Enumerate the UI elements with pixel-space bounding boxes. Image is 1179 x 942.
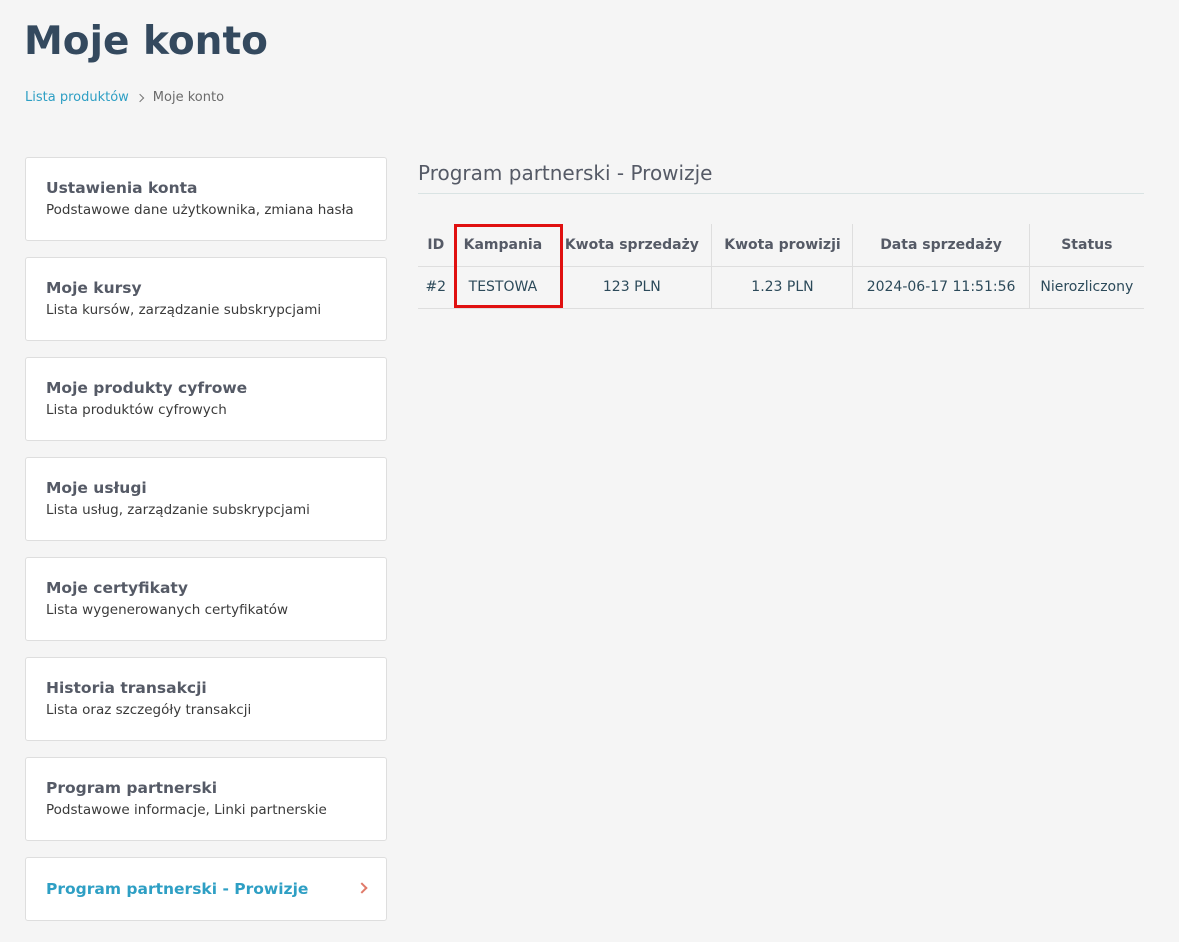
sidebar-item-title: Moje kursy: [46, 279, 142, 297]
column-header-id: ID: [427, 236, 445, 253]
breadcrumb-link-products[interactable]: Lista produktów: [25, 89, 129, 107]
cell-commission-amount: 1.23 PLN: [711, 265, 854, 309]
sidebar-item-title: Program partnerski: [46, 779, 218, 797]
sidebar-item-affiliate-commissions[interactable]: Program partnerski - Prowizje: [25, 857, 387, 921]
sidebar-item-description: Lista oraz szczegóły transakcji: [46, 702, 252, 718]
cell-sale-date: 2024-06-17 11:51:56: [852, 265, 1030, 309]
table-row: #2 TESTOWA 123 PLN 1.23 PLN 2024-06-17 1…: [418, 265, 1144, 309]
sidebar-item-title: Moje produkty cyfrowe: [46, 379, 248, 397]
cell-status: Nierozliczony: [1029, 265, 1144, 309]
sidebar-item-my-courses[interactable]: Moje kursy Lista kursów, zarządzanie sub…: [25, 257, 387, 341]
sidebar-item-affiliate-program[interactable]: Program partnerski Podstawowe informacje…: [25, 757, 387, 841]
sidebar-item-description: Lista kursów, zarządzanie subskrypcjami: [46, 302, 322, 318]
column-header-campaign: Kampania: [463, 236, 543, 253]
sidebar-item-transaction-history[interactable]: Historia transakcji Lista oraz szczegóły…: [25, 657, 387, 741]
sidebar-item-title: Moje certyfikaty: [46, 579, 188, 597]
cell-sale-amount: 123 PLN: [552, 265, 713, 309]
breadcrumb: Lista produktów Moje konto: [25, 89, 224, 107]
table-header-row: ID Kampania Kwota sprzedaży Kwota prowiz…: [418, 224, 1144, 266]
sidebar-item-title: Moje usługi: [46, 479, 147, 497]
sidebar-item-description: Lista usług, zarządzanie subskrypcjami: [46, 502, 310, 518]
cell-id: #2: [418, 265, 454, 309]
column-header-sale-amount: Kwota sprzedaży: [552, 224, 713, 266]
page-title: Moje konto: [24, 19, 268, 64]
sidebar-item-description: Podstawowe informacje, Linki partnerskie: [46, 802, 327, 818]
sidebar-item-certificates[interactable]: Moje certyfikaty Lista wygenerowanych ce…: [25, 557, 387, 641]
main-content: Program partnerski - Prowizje ID Kampani…: [418, 157, 1144, 309]
account-sidebar: Ustawienia konta Podstawowe dane użytkow…: [25, 157, 387, 937]
column-header-status: Status: [1061, 236, 1113, 253]
chevron-right-icon: [356, 882, 368, 894]
sidebar-item-title: Ustawienia konta: [46, 179, 198, 197]
sidebar-item-digital-products[interactable]: Moje produkty cyfrowe Lista produktów cy…: [25, 357, 387, 441]
breadcrumb-current: Moje konto: [152, 90, 225, 105]
sidebar-item-title: Program partnerski - Prowizje: [46, 880, 309, 898]
column-header-commission-amount: Kwota prowizji: [711, 224, 854, 266]
column-header-sale-date: Data sprzedaży: [852, 224, 1030, 266]
sidebar-item-description: Lista produktów cyfrowych: [46, 402, 227, 418]
sidebar-item-account-settings[interactable]: Ustawienia konta Podstawowe dane użytkow…: [25, 157, 387, 241]
sidebar-item-description: Podstawowe dane użytkownika, zmiana hasł…: [46, 202, 354, 218]
sidebar-item-my-services[interactable]: Moje usługi Lista usług, zarządzanie sub…: [25, 457, 387, 541]
sidebar-item-description: Lista wygenerowanych certyfikatów: [46, 602, 289, 618]
cell-campaign: TESTOWA: [453, 265, 553, 309]
commissions-table: ID Kampania Kwota sprzedaży Kwota prowiz…: [418, 224, 1144, 309]
sidebar-item-title: Historia transakcji: [46, 679, 207, 697]
chevron-right-icon: [135, 93, 145, 103]
section-title: Program partnerski - Prowizje: [418, 157, 1144, 194]
